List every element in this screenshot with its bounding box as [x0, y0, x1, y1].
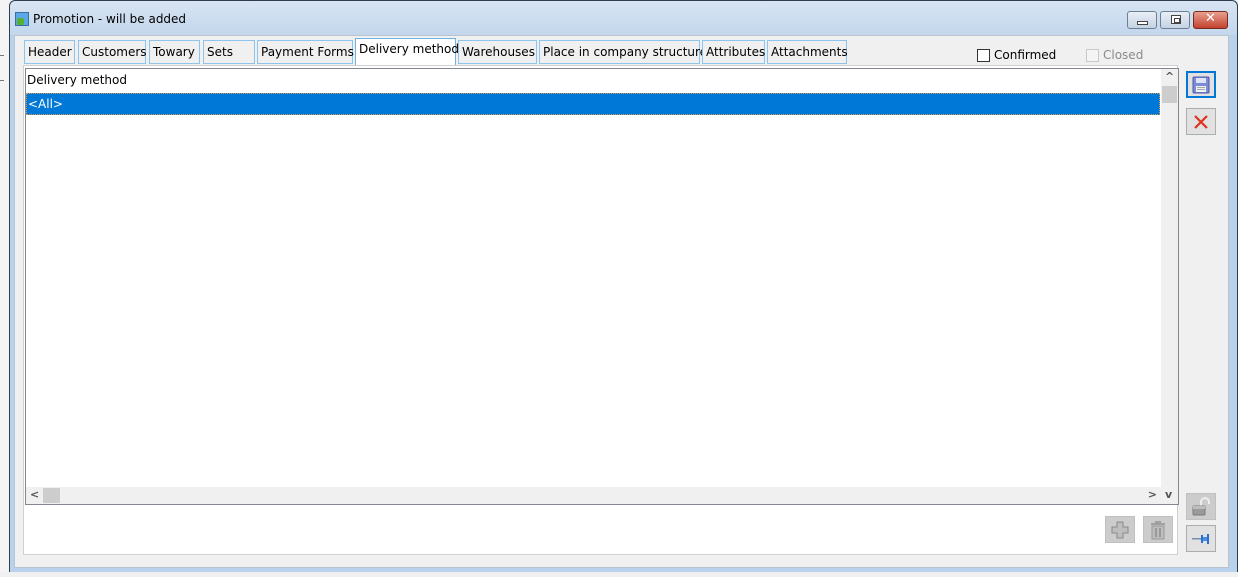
- column-header-delivery-method[interactable]: Delivery method: [27, 73, 127, 87]
- client-area: Header Customers Towary Sets Payment For…: [14, 35, 1229, 568]
- horizontal-scrollbar[interactable]: < >: [26, 487, 1163, 504]
- tab-sets[interactable]: Sets: [203, 40, 255, 64]
- scroll-left-icon[interactable]: <: [30, 488, 39, 501]
- floppy-disk-icon: [1192, 76, 1210, 93]
- pin-button[interactable]: [1186, 525, 1216, 552]
- cancel-button[interactable]: [1186, 108, 1216, 135]
- tab-payment-forms[interactable]: Payment Forms: [257, 40, 354, 64]
- delete-button[interactable]: [1143, 516, 1173, 543]
- close-button[interactable]: ✕: [1193, 11, 1228, 29]
- promotion-window: Promotion - will be added ✕ Header Custo…: [9, 0, 1238, 575]
- background-mark: [0, 80, 4, 92]
- title-bar[interactable]: Promotion - will be added ✕: [10, 1, 1237, 35]
- tab-delivery-method[interactable]: Delivery method: [355, 38, 459, 65]
- confirmed-checkbox[interactable]: Confirmed: [977, 48, 1056, 62]
- maximize-icon: [1171, 15, 1181, 24]
- padlock-open-icon: [1192, 496, 1210, 515]
- closed-label: Closed: [1103, 48, 1144, 62]
- close-icon: ✕: [1205, 11, 1216, 26]
- tab-attributes[interactable]: Attributes: [702, 40, 765, 64]
- tab-content-panel: Delivery method <All> ^ < > v: [23, 65, 1179, 555]
- scroll-down-button[interactable]: v: [1161, 487, 1178, 504]
- tab-header[interactable]: Header: [24, 40, 75, 64]
- confirmed-label: Confirmed: [994, 48, 1057, 62]
- delivery-method-grid: Delivery method <All> ^ < > v: [25, 68, 1179, 505]
- tab-warehouses[interactable]: Warehouses: [458, 40, 537, 64]
- trash-icon: [1151, 520, 1165, 539]
- vertical-scroll-thumb[interactable]: [1162, 86, 1177, 103]
- closed-checkbox: Closed: [1086, 48, 1143, 62]
- tab-place-in-company-structure[interactable]: Place in company structure: [539, 40, 707, 64]
- tab-customers[interactable]: Customers: [78, 40, 147, 64]
- scroll-right-icon[interactable]: >: [1148, 488, 1157, 501]
- plus-icon: [1111, 521, 1129, 538]
- background-bottom-strip: [0, 572, 1238, 577]
- scroll-up-icon[interactable]: ^: [1165, 70, 1174, 83]
- tab-towary[interactable]: Towary: [149, 40, 200, 64]
- tab-attachments[interactable]: Attachments: [767, 40, 848, 64]
- minimize-icon: [1137, 21, 1148, 25]
- add-button[interactable]: [1105, 516, 1135, 543]
- app-icon: [15, 12, 29, 26]
- scroll-down-icon[interactable]: v: [1165, 488, 1172, 501]
- closed-checkbox-box: [1086, 48, 1099, 62]
- save-button[interactable]: [1186, 71, 1216, 98]
- grid-row-all[interactable]: <All>: [26, 93, 1160, 115]
- vertical-scrollbar[interactable]: ^: [1161, 69, 1178, 487]
- horizontal-scroll-thumb[interactable]: [43, 488, 60, 503]
- background-mark: [0, 55, 4, 67]
- pushpin-icon: [1192, 533, 1209, 544]
- maximize-button[interactable]: [1160, 11, 1190, 29]
- window-title: Promotion - will be added: [33, 12, 187, 26]
- confirmed-checkbox-box[interactable]: [977, 48, 990, 62]
- red-x-icon: [1194, 114, 1208, 129]
- unlock-button[interactable]: [1186, 493, 1216, 520]
- minimize-button[interactable]: [1127, 11, 1157, 29]
